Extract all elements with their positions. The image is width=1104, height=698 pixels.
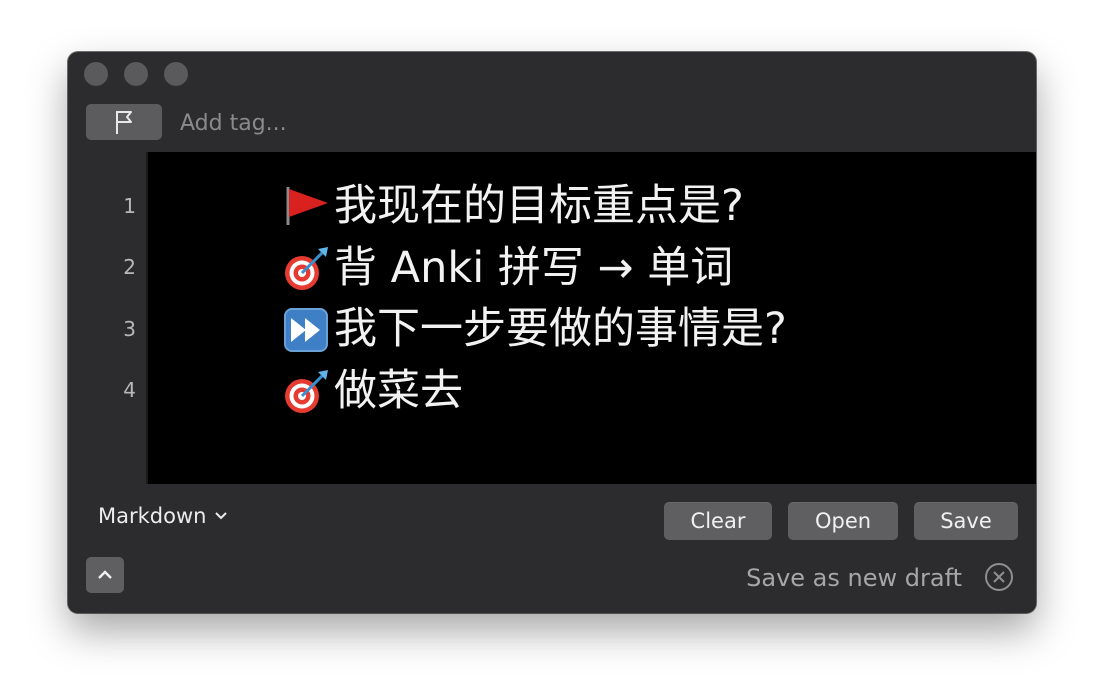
line-text: 背 Anki 拼写 → 单词: [334, 243, 734, 293]
line-number: 4: [123, 378, 136, 402]
line-number: 1: [123, 194, 136, 218]
direct-hit-icon: [285, 247, 328, 290]
close-circle-icon[interactable]: [984, 562, 1014, 592]
save-button[interactable]: Save: [914, 502, 1018, 540]
bottom-toolbar: Markdown Clear Open Save Save as new dra…: [68, 484, 1036, 613]
tag-bar: [68, 100, 1036, 144]
minimize-window-button[interactable]: [124, 62, 148, 86]
close-window-button[interactable]: [84, 62, 108, 86]
flag-button[interactable]: [86, 104, 162, 140]
editor: 1 2 3 4 我现在的目标重点是? 背 Anki 拼写 → 单词 我下一步要做…: [68, 152, 1036, 484]
chevron-down-icon: [215, 512, 228, 520]
zoom-window-button[interactable]: [164, 62, 188, 86]
editor-line: 做菜去: [282, 363, 463, 419]
chevron-up-icon: [98, 570, 112, 579]
fast-forward-icon: [284, 308, 328, 352]
editor-line: 背 Anki 拼写 → 单词: [282, 240, 733, 296]
line-text: 做菜去: [334, 366, 463, 416]
clear-button[interactable]: Clear: [664, 502, 772, 540]
open-button[interactable]: Open: [788, 502, 898, 540]
expand-button[interactable]: [86, 557, 124, 593]
line-number: 3: [123, 317, 136, 341]
red-flag-icon: [286, 187, 328, 225]
line-number: 2: [123, 255, 136, 279]
line-text: 我下一步要做的事情是?: [334, 304, 787, 354]
line-text: 我现在的目标重点是?: [334, 181, 744, 231]
line-number-gutter: 1 2 3 4: [68, 152, 148, 484]
flag-icon: [116, 111, 132, 134]
syntax-mode-label: Markdown: [98, 504, 207, 528]
add-tag-input[interactable]: [180, 108, 580, 138]
editor-text-area[interactable]: 我现在的目标重点是? 背 Anki 拼写 → 单词 我下一步要做的事情是? 做菜…: [148, 152, 1036, 484]
direct-hit-icon: [285, 370, 328, 413]
editor-line: 我下一步要做的事情是?: [282, 301, 787, 357]
editor-line: 我现在的目标重点是?: [282, 178, 744, 234]
syntax-mode-dropdown[interactable]: Markdown: [98, 504, 228, 528]
drafts-window: 1 2 3 4 我现在的目标重点是?: [68, 52, 1036, 613]
save-as-new-draft-label: Save as new draft: [746, 564, 962, 592]
title-bar: [68, 52, 1036, 96]
